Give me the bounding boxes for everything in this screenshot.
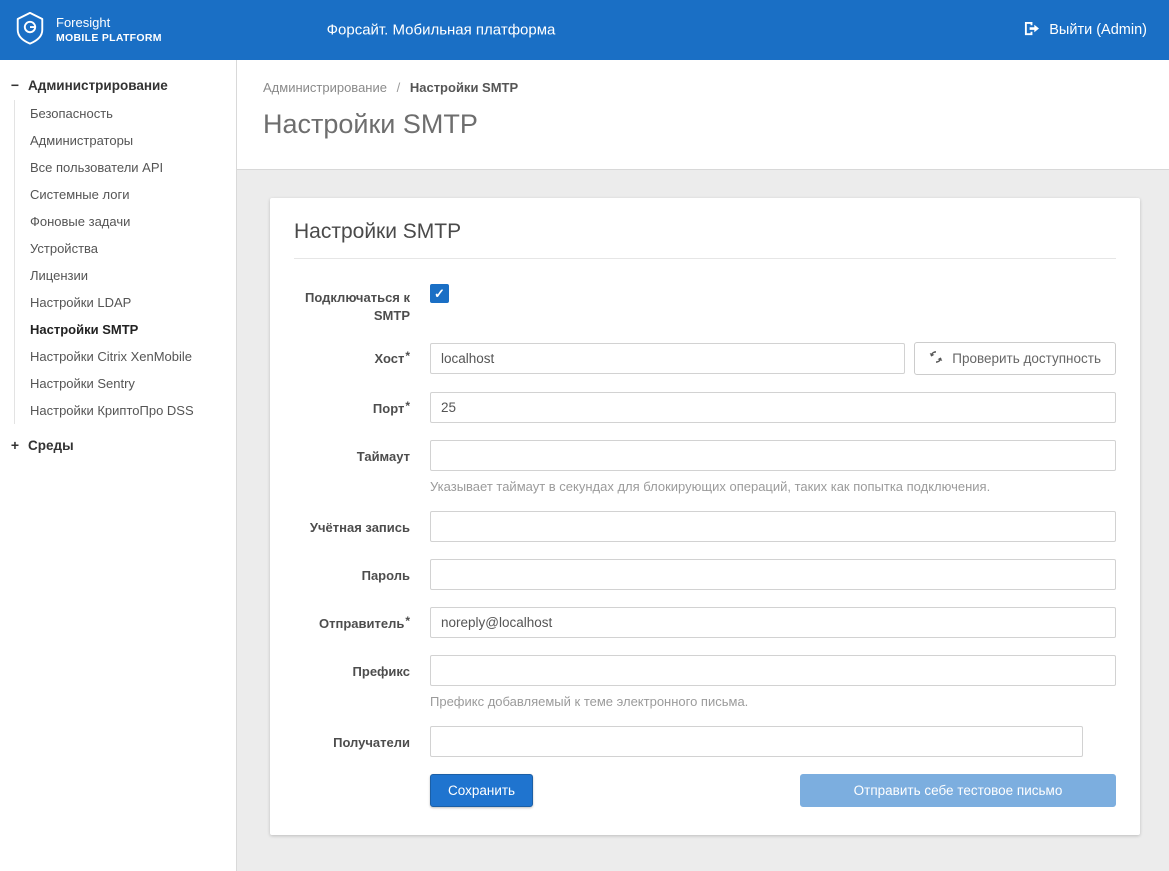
account-input[interactable] <box>430 511 1116 542</box>
breadcrumb-current: Настройки SMTP <box>410 80 518 95</box>
sidebar-item[interactable]: Лицензии <box>15 262 236 289</box>
brand-text: Foresight MOBILE PLATFORM <box>56 15 162 44</box>
check-icon: ✓ <box>434 287 445 300</box>
connect-smtp-label: Подключаться к SMTP <box>294 281 410 325</box>
form-row-prefix: Префикс Префикс добавляемый к теме элект… <box>294 655 1116 709</box>
refresh-icon <box>929 350 943 367</box>
connect-smtp-control: ✓ <box>430 281 1116 325</box>
sidebar-item[interactable]: Администраторы <box>15 127 236 154</box>
form-row-host: Хост* Проверить доступно <box>294 342 1116 375</box>
port-input[interactable] <box>430 392 1116 423</box>
sidebar-section-label: Администрирование <box>28 78 168 93</box>
check-availability-label: Проверить доступность <box>952 351 1101 366</box>
host-label-text: Хост <box>374 351 404 366</box>
recipients-label: Получатели <box>294 726 410 757</box>
page-header: Администрирование / Настройки SMTP Настр… <box>237 60 1169 170</box>
account-label: Учётная запись <box>294 511 410 542</box>
breadcrumb: Администрирование / Настройки SMTP <box>263 80 1143 95</box>
recipients-control <box>430 726 1116 757</box>
form-row-password: Пароль <box>294 559 1116 590</box>
sidebar-section-environments[interactable]: + Среды <box>0 432 236 458</box>
send-test-email-button[interactable]: Отправить себе тестовое письмо <box>800 774 1116 807</box>
sender-label-text: Отправитель <box>319 616 404 631</box>
form-actions: Сохранить Отправить себе тестовое письмо <box>430 774 1116 807</box>
timeout-helper-text: Указывает таймаут в секундах для блокиру… <box>430 479 1116 494</box>
app-title: Форсайт. Мобильная платформа <box>327 22 556 39</box>
sidebar-item[interactable]: Системные логи <box>15 181 236 208</box>
sidebar-item[interactable]: Настройки LDAP <box>15 289 236 316</box>
sidebar-admin-items: БезопасностьАдминистраторыВсе пользовате… <box>14 100 236 424</box>
password-label: Пароль <box>294 559 410 590</box>
sidebar: − Администрирование БезопасностьАдминист… <box>0 60 237 871</box>
save-button[interactable]: Сохранить <box>430 774 533 807</box>
port-label-text: Порт <box>373 401 404 416</box>
timeout-input[interactable] <box>430 440 1116 471</box>
form-row-account: Учётная запись <box>294 511 1116 542</box>
required-marker: * <box>405 399 410 413</box>
card-title: Настройки SMTP <box>294 220 1116 259</box>
logout-button[interactable]: Выйти (Admin) <box>1023 21 1169 40</box>
sidebar-item[interactable]: Настройки КриптоПро DSS <box>15 397 236 424</box>
prefix-input[interactable] <box>430 655 1116 686</box>
sidebar-item[interactable]: Все пользователи API <box>15 154 236 181</box>
sender-label: Отправитель* <box>294 607 410 638</box>
prefix-helper-text: Префикс добавляемый к теме электронного … <box>430 694 1116 709</box>
check-availability-button[interactable]: Проверить доступность <box>914 342 1116 375</box>
main-area: Администрирование / Настройки SMTP Настр… <box>237 60 1169 871</box>
sidebar-item[interactable]: Безопасность <box>15 100 236 127</box>
breadcrumb-administration[interactable]: Администрирование <box>263 80 387 95</box>
connect-smtp-checkbox[interactable]: ✓ <box>430 284 449 303</box>
topbar: Foresight MOBILE PLATFORM Форсайт. Мобил… <box>0 0 1169 60</box>
host-label: Хост* <box>294 342 410 375</box>
form-row-port: Порт* <box>294 392 1116 423</box>
form-row-sender: Отправитель* <box>294 607 1116 638</box>
sign-out-icon <box>1023 21 1040 40</box>
content: Настройки SMTP Подключаться к SMTP ✓ Хос… <box>237 170 1169 835</box>
host-input[interactable] <box>430 343 905 374</box>
breadcrumb-separator: / <box>397 80 401 95</box>
prefix-control: Префикс добавляемый к теме электронного … <box>430 655 1116 709</box>
account-control <box>430 511 1116 542</box>
password-input[interactable] <box>430 559 1116 590</box>
sender-control <box>430 607 1116 638</box>
sender-input[interactable] <box>430 607 1116 638</box>
logout-label: Выйти (Admin) <box>1049 22 1147 38</box>
port-control <box>430 392 1116 423</box>
sidebar-item[interactable]: Фоновые задачи <box>15 208 236 235</box>
prefix-label: Префикс <box>294 655 410 709</box>
sidebar-item[interactable]: Настройки Citrix XenMobile <box>15 343 236 370</box>
timeout-control: Указывает таймаут в секундах для блокиру… <box>430 440 1116 494</box>
required-marker: * <box>405 349 410 363</box>
form-row-connect-smtp: Подключаться к SMTP ✓ <box>294 281 1116 325</box>
form-row-timeout: Таймаут Указывает таймаут в секундах для… <box>294 440 1116 494</box>
sidebar-section-label: Среды <box>28 438 74 453</box>
required-marker: * <box>405 614 410 628</box>
password-control <box>430 559 1116 590</box>
timeout-label: Таймаут <box>294 440 410 494</box>
sidebar-item[interactable]: Настройки SMTP <box>15 316 236 343</box>
sidebar-section-administration[interactable]: − Администрирование <box>0 72 236 98</box>
smtp-settings-card: Настройки SMTP Подключаться к SMTP ✓ Хос… <box>270 198 1140 835</box>
page-title: Настройки SMTP <box>263 109 1143 140</box>
sidebar-item[interactable]: Настройки Sentry <box>15 370 236 397</box>
brand-subtitle: MOBILE PLATFORM <box>56 32 162 45</box>
collapse-icon[interactable]: − <box>10 77 20 93</box>
brand-name: Foresight <box>56 15 162 31</box>
port-label: Порт* <box>294 392 410 423</box>
sidebar-item[interactable]: Устройства <box>15 235 236 262</box>
foresight-logo-icon <box>13 11 47 50</box>
expand-icon[interactable]: + <box>10 437 20 453</box>
recipients-input[interactable] <box>430 726 1083 757</box>
host-control: Проверить доступность <box>430 342 1116 375</box>
form-row-recipients: Получатели <box>294 726 1116 757</box>
brand: Foresight MOBILE PLATFORM <box>0 11 230 50</box>
